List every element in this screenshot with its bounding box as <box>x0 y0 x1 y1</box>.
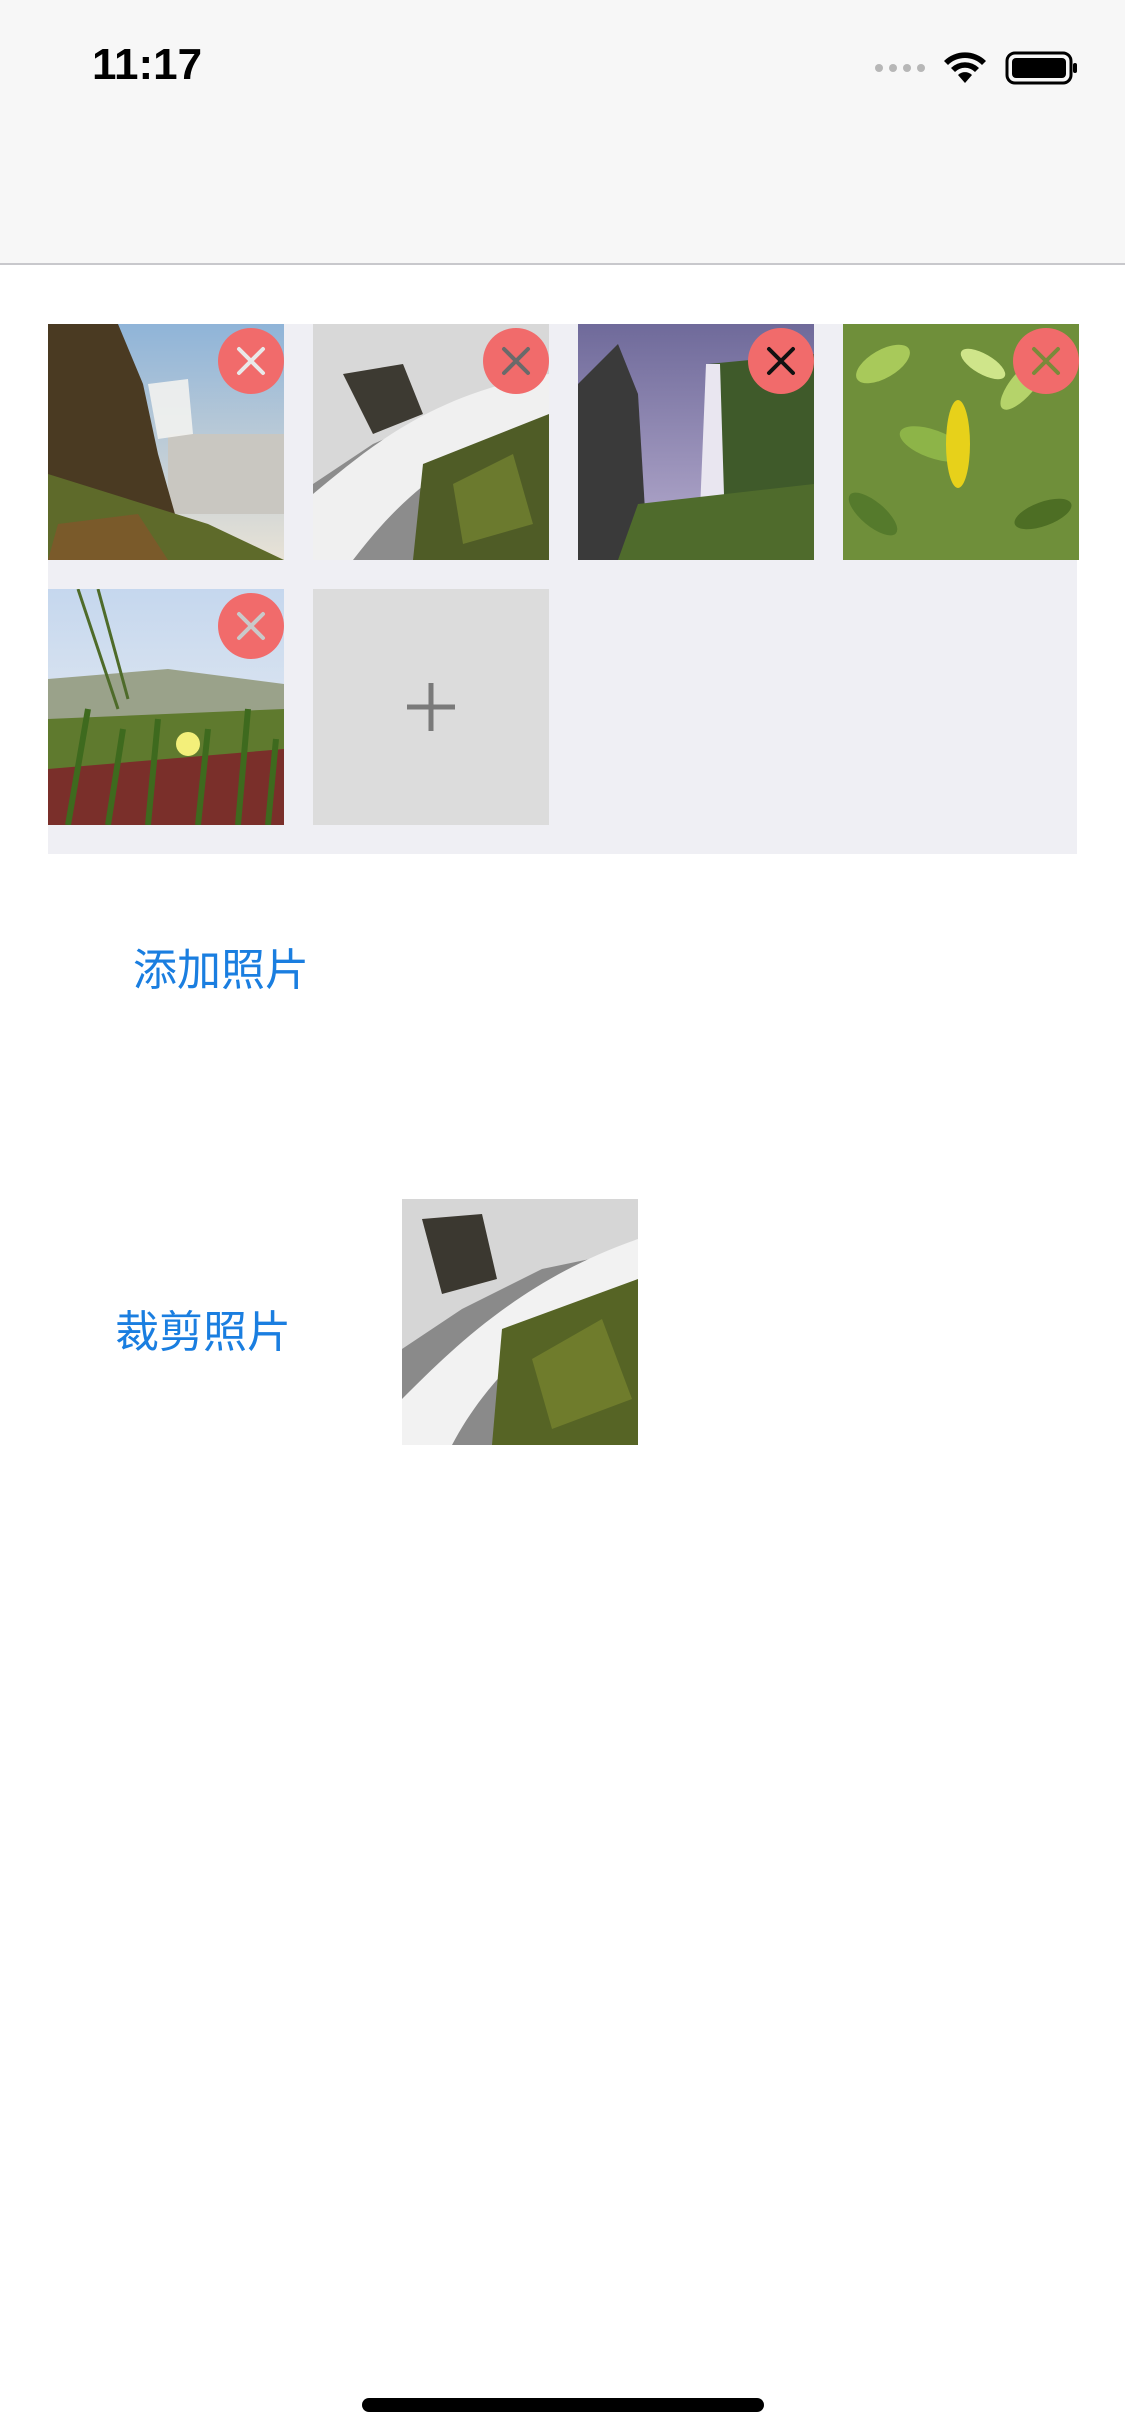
delete-photo-button[interactable] <box>218 593 284 659</box>
crop-photo-button[interactable]: 裁剪照片 <box>115 1296 291 1360</box>
photo-thumbnail[interactable] <box>578 324 814 560</box>
photo-thumbnail[interactable] <box>48 589 284 825</box>
delete-photo-button[interactable] <box>1013 328 1079 394</box>
delete-photo-button[interactable] <box>218 328 284 394</box>
photo-thumbnail[interactable] <box>843 324 1079 560</box>
plus-icon <box>407 683 455 731</box>
cellular-signal-icon <box>875 64 925 72</box>
delete-photo-button[interactable] <box>483 328 549 394</box>
close-icon <box>767 347 795 375</box>
photo-thumbnail[interactable] <box>48 324 284 560</box>
photo-thumbnail[interactable] <box>313 324 549 560</box>
battery-icon <box>1005 51 1077 85</box>
add-photo-tile[interactable] <box>313 589 549 825</box>
cropped-waterfall-photo <box>402 1199 638 1445</box>
close-icon <box>237 612 265 640</box>
close-icon <box>1032 347 1060 375</box>
wifi-icon <box>944 52 986 83</box>
delete-photo-button[interactable] <box>748 328 814 394</box>
cropped-photo-preview <box>402 1199 638 1445</box>
status-bar: 11:17 <box>0 0 1125 265</box>
status-icons <box>875 48 1079 88</box>
close-icon <box>237 347 265 375</box>
add-photo-button[interactable]: 添加照片 <box>133 934 309 998</box>
photo-grid <box>48 324 1079 854</box>
status-time: 11:17 <box>92 40 203 89</box>
home-indicator[interactable] <box>362 2398 764 2412</box>
close-icon <box>502 347 530 375</box>
